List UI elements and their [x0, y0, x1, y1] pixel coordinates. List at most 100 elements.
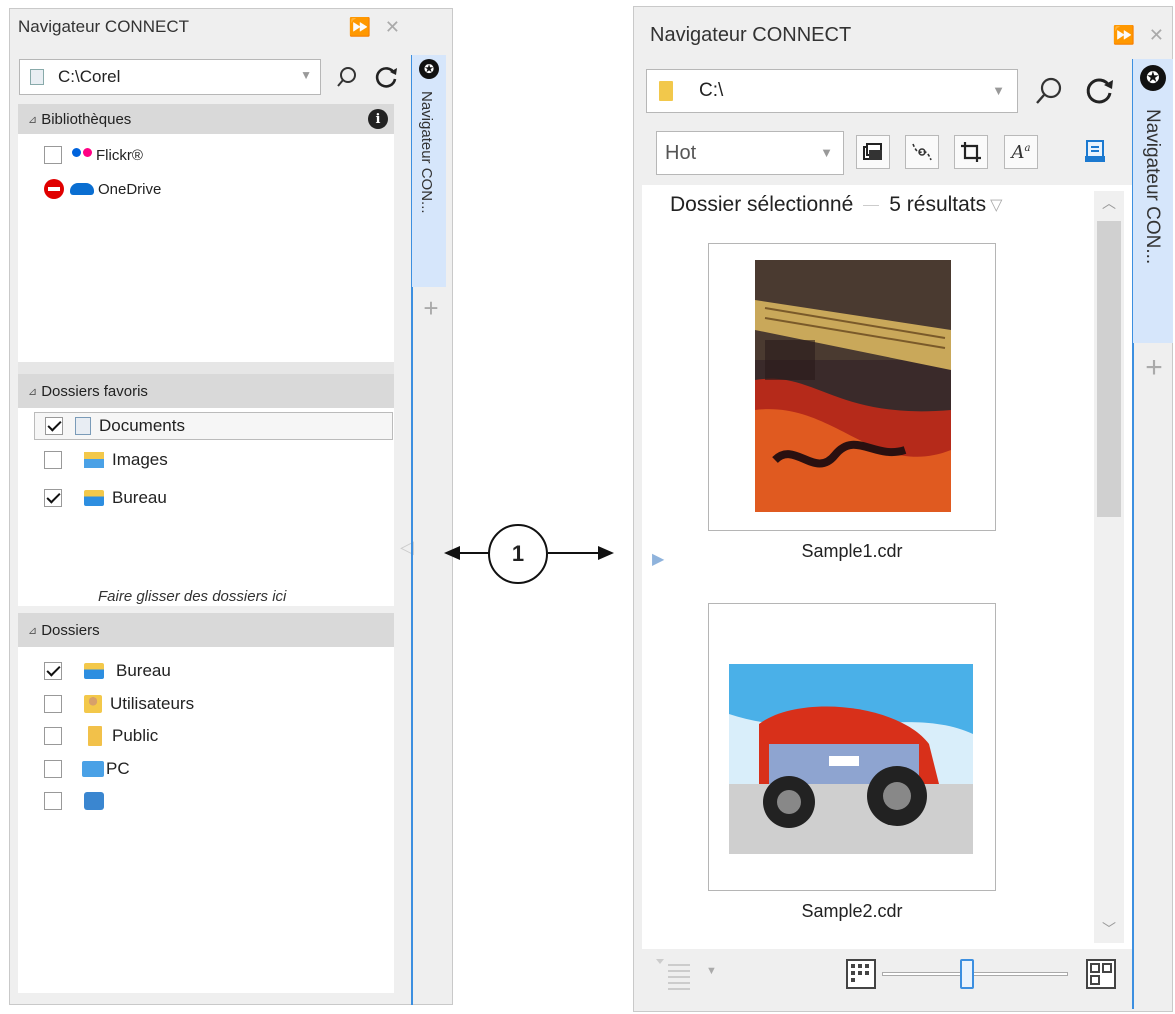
library-item-onedrive[interactable]: OneDrive — [44, 179, 161, 199]
chevron-down-icon[interactable]: ▼ — [820, 145, 833, 160]
favorite-item-bureau[interactable]: Bureau — [44, 488, 167, 508]
pc-checkbox[interactable] — [44, 760, 62, 778]
images-checkbox[interactable] — [44, 451, 62, 469]
plus-icon[interactable]: + — [416, 293, 446, 324]
documents-icon — [75, 417, 91, 435]
section-divider[interactable] — [18, 362, 394, 374]
view-mode-list-icon[interactable] — [656, 957, 696, 997]
search-icon[interactable] — [1032, 73, 1066, 109]
results-count[interactable]: 5 résultats — [889, 193, 986, 217]
flickr-logo-icon — [72, 146, 94, 164]
expand-sidebar-icon[interactable]: ▶ — [652, 549, 664, 569]
folders-header[interactable]: ⊿ Dossiers — [18, 613, 394, 647]
info-icon[interactable]: i — [368, 109, 388, 129]
left-docker-tab[interactable]: ✪ Navigateur CON... — [412, 55, 446, 287]
public-checkbox[interactable] — [44, 727, 62, 745]
close-icon[interactable]: ✕ — [1149, 25, 1164, 46]
users-folder-icon — [84, 695, 102, 713]
folder-item-public[interactable]: Public — [44, 726, 158, 746]
document-filter-icon[interactable] — [1078, 135, 1112, 169]
sample1-preview-image — [755, 260, 951, 512]
images-folder-icon — [84, 452, 104, 468]
refresh-icon[interactable] — [1082, 73, 1118, 109]
favorites-section: ⊿ Dossiers favoris Documents Images Bure… — [18, 374, 394, 606]
chevron-down-icon[interactable]: ▼ — [300, 68, 312, 82]
expand-icon[interactable]: ⏩ — [348, 17, 370, 38]
utilisateurs-checkbox[interactable] — [44, 695, 62, 713]
folder-item-bureau[interactable]: Bureau — [44, 661, 171, 681]
pc-label: PC — [106, 759, 130, 778]
scroll-thumb[interactable] — [1097, 221, 1121, 517]
libraries-header[interactable]: ⊿ Bibliothèques i — [18, 104, 394, 134]
right-title-controls: ⏩ ✕ — [1112, 7, 1164, 63]
utilisateurs-label: Utilisateurs — [110, 694, 195, 713]
network-icon — [84, 792, 104, 810]
close-icon[interactable]: ✕ — [385, 17, 400, 38]
onedrive-label: OneDrive — [98, 180, 162, 198]
view-mode-dropdown-icon[interactable]: ▼ — [706, 965, 717, 977]
annotation-line-right — [548, 552, 600, 554]
favorite-item-images[interactable]: Images — [44, 450, 168, 470]
thumbnail-sample2[interactable] — [708, 603, 996, 891]
documents-checkbox[interactable] — [45, 417, 63, 435]
right-panel-title: Navigateur CONNECT — [650, 23, 852, 46]
folder-item-pc[interactable]: PC — [44, 759, 130, 779]
filter-combobox[interactable]: Hot ▼ — [656, 131, 844, 175]
bureau-fav-label: Bureau — [112, 488, 167, 507]
large-thumbs-icon[interactable] — [1086, 959, 1116, 989]
right-panel-title-bar: Navigateur CONNECT ⏩ ✕ — [634, 7, 1172, 63]
results-area: Dossier sélectionné 5 résultats ▽ Sample… — [642, 185, 1132, 949]
scroll-up-icon[interactable]: ︿ — [1094, 193, 1124, 213]
network-checkbox[interactable] — [44, 792, 62, 810]
arrow-right-icon — [598, 546, 614, 560]
results-scrollbar[interactable]: ︿ ﹀ — [1094, 191, 1124, 943]
pc-icon — [82, 761, 104, 777]
thumbnail-label-sample1[interactable]: Sample1.cdr — [708, 541, 996, 562]
small-thumbs-icon[interactable] — [846, 959, 876, 989]
folders-header-label: Dossiers — [41, 621, 100, 639]
search-icon[interactable] — [332, 61, 362, 93]
crop-filter-button[interactable] — [954, 135, 988, 169]
left-docker-tab-label: Navigateur CON... — [418, 91, 435, 214]
font-icon: Aa — [1011, 141, 1031, 163]
left-connect-panel: Navigateur CONNECT ⏩ ✕ C:\Corel ▼ ⊿ Bibl… — [9, 8, 453, 1005]
folder-item-utilisateurs[interactable]: Utilisateurs — [44, 694, 194, 714]
path-value: C:\ — [699, 80, 724, 101]
flickr-checkbox[interactable] — [44, 146, 62, 164]
vector-filter-button[interactable] — [905, 135, 939, 169]
thumbnail-size-track[interactable] — [882, 972, 1068, 976]
documents-label: Documents — [99, 416, 185, 435]
left-panel-title: Navigateur CONNECT — [18, 17, 189, 36]
sort-triangle-icon[interactable]: ▽ — [990, 195, 1002, 215]
thumbnail-label-sample2[interactable]: Sample2.cdr — [708, 901, 996, 922]
expand-icon[interactable]: ⏩ — [1112, 25, 1134, 46]
right-docker-tab[interactable]: ✪ Navigateur CON... — [1133, 59, 1173, 343]
refresh-icon[interactable] — [370, 61, 402, 93]
collapse-triangle-icon: ⊿ — [28, 624, 38, 637]
annotation-callout: 1 — [488, 524, 548, 584]
onedrive-logo-icon — [70, 183, 94, 195]
favorites-header[interactable]: ⊿ Dossiers favoris — [18, 374, 394, 408]
library-item-flickr[interactable]: Flickr® — [44, 146, 143, 164]
annotation-number: 1 — [511, 541, 525, 566]
bureau-label: Bureau — [116, 661, 171, 680]
path-combobox[interactable]: C:\Corel ▼ — [19, 59, 321, 95]
font-filter-button[interactable]: Aa — [1004, 135, 1038, 169]
bureau-checkbox[interactable] — [44, 662, 62, 680]
annotation-line-left — [458, 552, 490, 554]
thumbnail-sample1[interactable] — [708, 243, 996, 531]
scroll-down-icon[interactable]: ﹀ — [1094, 919, 1124, 939]
bureau-folder-icon — [84, 663, 104, 679]
chevron-down-icon[interactable]: ▼ — [992, 83, 1005, 98]
favorite-item-documents[interactable]: Documents — [34, 412, 393, 440]
corel-logo-icon: ✪ — [419, 59, 439, 79]
bureau-fav-checkbox[interactable] — [44, 489, 62, 507]
thumbnail-size-slider[interactable] — [960, 959, 974, 989]
plus-icon[interactable]: + — [1138, 351, 1170, 385]
open-folder-button[interactable] — [856, 135, 890, 169]
path-combobox[interactable]: C:\ ▼ — [646, 69, 1018, 113]
folder-item-network[interactable] — [44, 792, 112, 810]
results-separator — [863, 204, 880, 206]
results-scope[interactable]: Dossier sélectionné — [670, 193, 853, 217]
bureau-folder-icon — [84, 490, 104, 506]
